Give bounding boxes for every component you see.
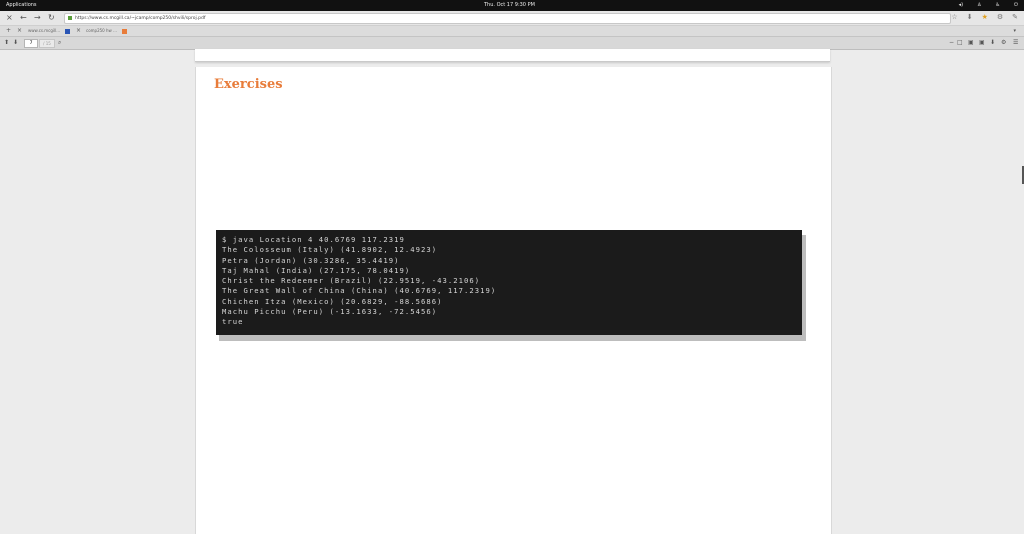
terminal-line: Machu Picchu (Peru) (-13.1633, -72.5456)	[222, 307, 438, 317]
bookmark-star-icon[interactable]: ☆	[951, 13, 957, 21]
tab-1[interactable]: www.cs.mcgill...	[28, 27, 71, 35]
tab-list-chevron-icon[interactable]: ▾	[1013, 26, 1016, 36]
secure-lock-icon	[68, 15, 72, 20]
tools-icon[interactable]: ✎	[1012, 13, 1018, 21]
new-tab-icon[interactable]: +	[6, 26, 11, 36]
next-page-icon[interactable]: ⬇	[13, 39, 18, 47]
tab-favicon-icon	[122, 28, 128, 34]
volume-icon[interactable]: ◂)	[959, 0, 963, 11]
zoom-in-icon[interactable]: □	[957, 39, 963, 47]
system-clock[interactable]: Thu. Oct 17 9:30 PM	[484, 0, 535, 11]
tab-close-icon[interactable]: ×	[76, 26, 81, 36]
download-icon[interactable]: ⬇	[967, 13, 973, 21]
browser-toolbar-icons: ☆ ⬇ ★ ⚙ ✎	[951, 13, 1018, 21]
terminal-line: Petra (Jordan) (30.3286, 35.4419)	[222, 255, 400, 265]
back-icon[interactable]: ←	[20, 13, 27, 23]
terminal-line: Chichen Itza (Mexico) (20.6829, -88.5686…	[222, 296, 443, 306]
tools-menu-icon[interactable]: ⚙	[1001, 39, 1006, 47]
terminal-lines: $ java Location 4 40.6769 117.2319 The Co…	[216, 230, 802, 328]
applications-menu[interactable]: Applications	[6, 0, 37, 11]
user-icon[interactable]: ♙	[977, 0, 981, 11]
url-text: https://www.cs.mcgill.ca/~jcamp/comp250/…	[75, 16, 206, 21]
forward-icon[interactable]: →	[34, 13, 41, 23]
terminal-line: The Great Wall of China (China) (40.6769…	[222, 286, 497, 296]
accessibility-icon[interactable]: ♿	[996, 0, 1000, 11]
url-bar[interactable]: https://www.cs.mcgill.ca/~jcamp/comp250/…	[64, 13, 951, 24]
terminal-line: $ java Location 4 40.6769 117.2319	[222, 235, 405, 244]
page-count: / 15	[39, 39, 55, 48]
tab-2[interactable]: comp250 hw ...	[86, 27, 128, 35]
previous-pdf-page	[195, 49, 830, 62]
system-tray: ◂) ♙ ♿ ⏻	[959, 0, 1018, 11]
close-icon[interactable]: ×	[6, 13, 13, 23]
previous-page-icon[interactable]: ⬆	[4, 39, 9, 47]
terminal-line: true	[222, 317, 244, 327]
system-top-bar: Applications Thu. Oct 17 9:30 PM ◂) ♙ ♿ …	[0, 0, 1024, 11]
tab-bar: + × www.cs.mcgill... × comp250 hw ... ▾	[0, 26, 1024, 37]
print-icon[interactable]: ▣	[979, 39, 985, 47]
terminal-line: Taj Mahal (India) (27.175, 78.0419)	[222, 265, 411, 275]
extension-icon[interactable]: ★	[982, 13, 988, 21]
terminal-output-box: $ java Location 4 40.6769 117.2319 The Co…	[216, 230, 802, 335]
zoom-out-icon[interactable]: −	[949, 39, 954, 47]
page-number-input[interactable]: 7	[24, 39, 38, 48]
search-icon[interactable]: ⌕	[58, 39, 61, 47]
tab-close-icon[interactable]: ×	[17, 26, 22, 36]
browser-navigation-bar: × ← → ↻ https://www.cs.mcgill.ca/~jcamp/…	[0, 11, 1024, 26]
section-heading: Exercises	[214, 77, 283, 92]
power-icon[interactable]: ⏻	[1014, 0, 1018, 11]
pdf-page: Exercises $ java Location 4 40.6769 117.…	[195, 67, 832, 534]
save-icon[interactable]: ⬇	[990, 39, 995, 47]
terminal-line: The Colosseum (Italy) (41.8902, 12.4923)	[222, 245, 438, 255]
presentation-icon[interactable]: ▣	[968, 39, 974, 47]
reload-icon[interactable]: ↻	[48, 13, 55, 23]
sidebar-toggle-icon[interactable]: ☰	[1013, 39, 1018, 47]
tab-1-label: www.cs.mcgill...	[28, 28, 61, 33]
tab-2-label: comp250 hw ...	[86, 28, 117, 33]
settings-icon[interactable]: ⚙	[997, 13, 1003, 21]
tab-favicon-icon	[65, 28, 71, 34]
terminal-line: Christ the Redeemer (Brazil) (22.9519, -…	[222, 276, 481, 286]
